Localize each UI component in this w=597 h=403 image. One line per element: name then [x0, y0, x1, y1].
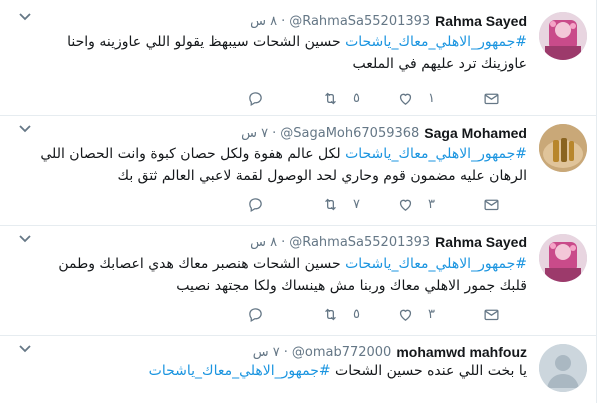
hashtag-link[interactable]: #جمهور_الاهلي_معاك_ياشحات [345, 146, 527, 162]
heart-icon [399, 309, 412, 321]
tweet-header: ٨ س · @RahmaSa55201393 Rahma Sayed [250, 11, 527, 31]
tweet-time[interactable]: ٧ س [253, 345, 280, 360]
heart-icon [399, 199, 412, 211]
hashtag-link[interactable]: #جمهور_الاهلي_معاك_ياشحات [345, 34, 527, 50]
user-name[interactable]: Rahma Sayed [435, 234, 527, 250]
tweet[interactable]: ٨ س · @RahmaSa55201393 Rahma Sayed #جمهو… [0, 226, 596, 336]
tweet-text: #جمهور_الاهلي_معاك_ياشحات حسين الشحات سي… [27, 31, 527, 75]
tweet-actions: ٥ ١ [247, 88, 527, 108]
avatar-image [539, 234, 587, 282]
reply-button[interactable] [247, 194, 288, 214]
user-handle[interactable]: @RahmaSa55201393 [289, 235, 430, 250]
avatar[interactable] [539, 12, 587, 60]
default-avatar-icon [539, 344, 587, 392]
tweet[interactable]: ٧ س · @SagaMoh67059368 Saga Mohamed #جمه… [0, 116, 596, 226]
tweet-text: #جمهور_الاهلي_معاك_ياشحات حسين الشحات هن… [27, 253, 527, 297]
message-button[interactable] [483, 194, 500, 214]
tweet-header: ٧ س · @SagaMoh67059368 Saga Mohamed [241, 123, 527, 143]
envelope-icon [484, 309, 499, 320]
retweet-button[interactable]: ٥ [322, 304, 363, 324]
like-button[interactable]: ٣ [397, 194, 438, 214]
user-handle[interactable]: @omab772000 [292, 345, 391, 360]
tweet-time[interactable]: ٨ س [250, 235, 277, 250]
separator-dot: · [281, 13, 286, 29]
retweet-icon [325, 92, 336, 104]
tweet-time[interactable]: ٨ س [250, 14, 277, 29]
user-name[interactable]: mohamwd mahfouz [396, 344, 527, 360]
tweet-text: يا بخت اللي عنده حسين الشحات #جمهور_الاه… [27, 360, 527, 382]
heart-icon [399, 93, 412, 105]
message-button[interactable] [483, 304, 500, 324]
tweet-time[interactable]: ٧ س [241, 126, 268, 141]
message-button[interactable] [483, 88, 500, 108]
envelope-icon [484, 199, 499, 210]
avatar[interactable] [539, 124, 587, 172]
chevron-down-icon[interactable] [18, 234, 32, 244]
tweet-actions: ٥ ٣ [247, 304, 527, 324]
separator-dot: · [283, 344, 288, 360]
like-button[interactable]: ١ [397, 88, 438, 108]
retweet-icon [325, 308, 336, 320]
hashtag-link[interactable]: #جمهور_الاهلي_معاك_ياشحات [345, 256, 527, 272]
envelope-icon [484, 93, 499, 104]
avatar-image [539, 12, 587, 60]
hashtag-link[interactable]: #جمهور_الاهلي_معاك_ياشحات [149, 363, 331, 379]
separator-dot: · [272, 125, 277, 141]
user-name[interactable]: Rahma Sayed [435, 13, 527, 29]
tweet-actions: ٧ ٣ [247, 194, 527, 214]
retweet-button[interactable]: ٧ [322, 194, 363, 214]
user-handle[interactable]: @SagaMoh67059368 [280, 126, 419, 141]
tweet[interactable]: ٨ س · @RahmaSa55201393 Rahma Sayed #جمهو… [0, 0, 596, 116]
avatar[interactable] [539, 234, 587, 282]
retweet-icon [325, 198, 336, 210]
reply-button[interactable] [247, 88, 288, 108]
tweet-header: ٧ س · @omab772000 mohamwd mahfouz [253, 342, 527, 362]
chevron-down-icon[interactable] [18, 344, 32, 354]
chevron-down-icon[interactable] [18, 124, 32, 134]
avatar[interactable] [539, 344, 587, 392]
user-handle[interactable]: @RahmaSa55201393 [289, 14, 430, 29]
reply-icon [249, 91, 262, 106]
user-name[interactable]: Saga Mohamed [424, 125, 527, 141]
retweet-button[interactable]: ٥ [322, 88, 363, 108]
tweet[interactable]: ٧ س · @omab772000 mohamwd mahfouz يا بخت… [0, 336, 596, 403]
reply-button[interactable] [247, 304, 288, 324]
avatar-image [539, 124, 587, 172]
tweet-timeline: ٨ س · @RahmaSa55201393 Rahma Sayed #جمهو… [0, 0, 597, 403]
separator-dot: · [281, 234, 286, 250]
tweet-text: #جمهور_الاهلي_معاك_ياشحات لكل عالم هفوة … [27, 143, 527, 187]
chevron-down-icon[interactable] [18, 12, 32, 22]
tweet-body: يا بخت اللي عنده حسين الشحات [330, 363, 527, 379]
reply-icon [249, 307, 262, 322]
like-button[interactable]: ٣ [397, 304, 438, 324]
tweet-header: ٨ س · @RahmaSa55201393 Rahma Sayed [250, 232, 527, 252]
reply-icon [249, 197, 262, 212]
